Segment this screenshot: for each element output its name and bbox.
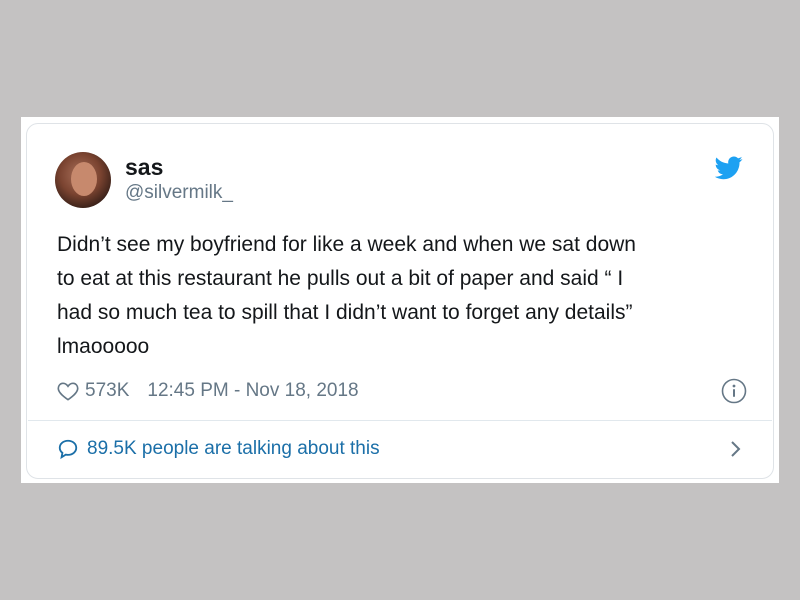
like-count[interactable]: 573K bbox=[85, 380, 129, 402]
conversation-link[interactable]: 89.5K people are talking about this bbox=[57, 434, 747, 464]
chevron-right-icon[interactable] bbox=[729, 439, 743, 459]
conversation-count: 89.5K people are talking about this bbox=[87, 438, 380, 459]
display-name[interactable]: sas bbox=[125, 154, 163, 180]
heart-icon[interactable] bbox=[57, 381, 79, 401]
tweet-meta: 573K 12:45 PM - Nov 18, 2018 bbox=[57, 376, 747, 406]
divider bbox=[28, 420, 772, 421]
tweet-card[interactable]: sas @silvermilk_ Didn’t see my boyfriend… bbox=[26, 123, 774, 479]
timestamp[interactable]: 12:45 PM - Nov 18, 2018 bbox=[147, 380, 358, 402]
twitter-bird-icon[interactable] bbox=[715, 156, 743, 180]
info-icon[interactable] bbox=[721, 378, 747, 404]
speech-bubble-icon bbox=[58, 439, 78, 460]
tweet-text: Didn’t see my boyfriend for like a week … bbox=[57, 233, 636, 358]
avatar[interactable] bbox=[55, 152, 111, 208]
avatar-face bbox=[71, 162, 97, 196]
user-handle[interactable]: @silvermilk_ bbox=[125, 181, 233, 205]
